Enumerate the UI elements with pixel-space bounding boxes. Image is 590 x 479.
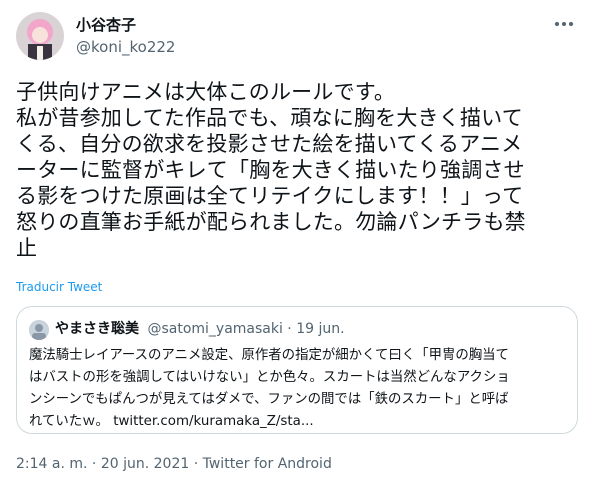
- quoted-author-name: やまさき聡美: [55, 321, 139, 337]
- author-display-name[interactable]: 小谷杏子: [76, 15, 136, 35]
- translate-tweet-link[interactable]: Traducir Tweet: [16, 279, 102, 295]
- tweet-header: 小谷杏子 @koni_ko222: [0, 0, 590, 68]
- footer-separator: ·: [189, 456, 203, 472]
- tweet-client[interactable]: Twitter for Android: [203, 456, 332, 472]
- quoted-meta-separator: ·: [282, 321, 297, 337]
- tweet-time[interactable]: 2:14 a. m.: [16, 456, 87, 472]
- tweet-date[interactable]: 20 jun. 2021: [101, 456, 189, 472]
- quoted-tweet-header: やまさき聡美 @satomi_yamasaki · 19 jun.: [55, 319, 345, 339]
- quoted-author-avatar: [29, 320, 49, 340]
- quoted-tweet-date: 19 jun.: [296, 321, 345, 337]
- more-options-icon[interactable]: [550, 14, 578, 34]
- footer-separator: ·: [87, 456, 101, 472]
- author-avatar[interactable]: [16, 12, 64, 60]
- avatar-image: [16, 12, 64, 60]
- author-handle[interactable]: @koni_ko222: [76, 37, 175, 57]
- tweet-footer: 2:14 a. m. · 20 jun. 2021 · Twitter for …: [16, 454, 332, 474]
- quoted-tweet-card[interactable]: やまさき聡美 @satomi_yamasaki · 19 jun. 魔法騎士レイ…: [16, 306, 578, 434]
- avatar-image: [29, 320, 49, 340]
- quoted-tweet-text: 魔法騎士レイアースのアニメ設定、原作者の指定が細かくて曰く「甲冑の胸当て はバス…: [29, 345, 569, 433]
- quoted-author-handle: @satomi_yamasaki: [147, 321, 283, 337]
- tweet-text: 子供向けアニメは大体このルールです。 私が昔参加してた作品でも、頑なに胸を大きく…: [16, 80, 526, 260]
- quoted-tweet-link[interactable]: twitter.com/kuramaka_Z/sta...: [113, 414, 313, 429]
